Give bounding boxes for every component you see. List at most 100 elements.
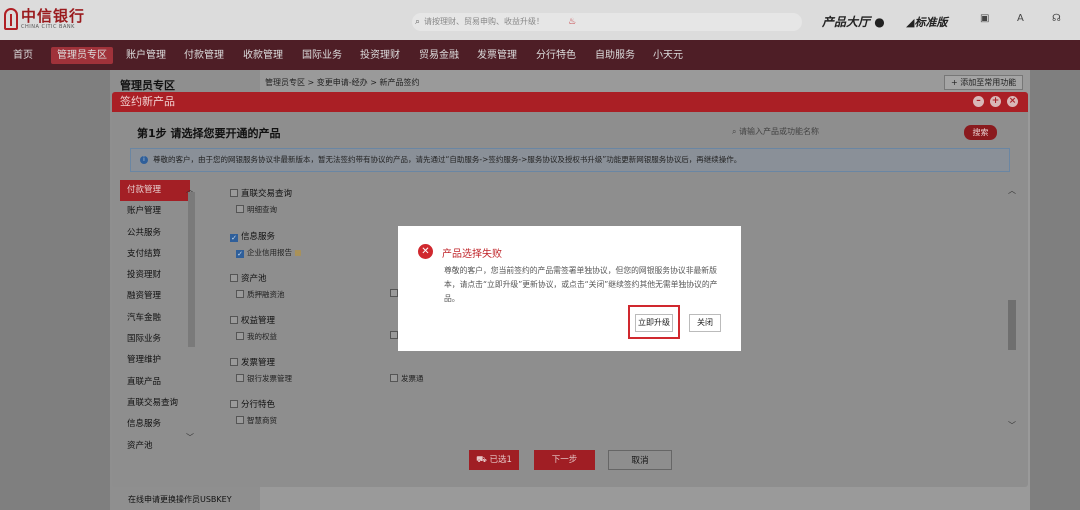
nav-admin-zone[interactable]: 管理员专区 xyxy=(51,47,113,64)
category-nav: 付款管理 账户管理 公共服务 支付结算 投资理财 融资管理 汽车金融 国际业务 … xyxy=(120,180,190,452)
nav-invoice[interactable]: 发票管理 xyxy=(477,47,517,64)
chevron-down-icon[interactable]: ﹀ xyxy=(1008,420,1016,431)
close-button[interactable]: 关闭 xyxy=(689,314,721,332)
selected-count-button[interactable]: ⛟ 已选1 xyxy=(469,450,519,470)
checkbox[interactable] xyxy=(230,400,238,408)
category-item[interactable]: 投资理财 xyxy=(120,265,190,286)
category-item[interactable]: 直联产品 xyxy=(120,372,190,393)
product-item[interactable]: 明细查询 xyxy=(236,204,277,215)
checkbox[interactable] xyxy=(230,189,238,197)
font-size-icon[interactable]: A xyxy=(1017,13,1024,24)
checkbox[interactable] xyxy=(236,290,244,298)
nav-trade-finance[interactable]: 贸易金融 xyxy=(419,47,459,64)
search-icon: ⌕ xyxy=(415,17,421,27)
nav-investment[interactable]: 投资理财 xyxy=(360,47,400,64)
nav-international[interactable]: 国际业务 xyxy=(302,47,342,64)
category-item[interactable]: 信息服务 xyxy=(120,414,190,435)
checkbox[interactable] xyxy=(236,205,244,213)
product-label: 发票通 xyxy=(401,374,424,383)
group-asset-pool[interactable]: 资产池 xyxy=(230,272,267,284)
chevron-down-icon[interactable]: ﹀ xyxy=(186,432,194,443)
category-item[interactable]: 融资管理 xyxy=(120,286,190,307)
product-label: 质押融资池 xyxy=(247,290,285,299)
group-invoice[interactable]: 发票管理 xyxy=(230,356,275,368)
product-search-button[interactable]: 搜索 xyxy=(964,125,997,140)
minimize-icon[interactable]: – xyxy=(973,96,984,107)
headset-icon[interactable]: ☊ xyxy=(1052,13,1061,24)
logo-name-cn: 中信银行 xyxy=(21,6,86,25)
checkbox[interactable] xyxy=(390,374,398,382)
checkbox[interactable]: ✓ xyxy=(230,234,238,242)
product-item[interactable]: 发票通 xyxy=(390,373,424,384)
product-item[interactable]: 我的权益 xyxy=(236,331,277,342)
nav-self-service[interactable]: 自助服务 xyxy=(595,47,635,64)
checkbox[interactable] xyxy=(236,416,244,424)
product-item[interactable]: 银行发票管理 xyxy=(236,373,292,384)
category-item[interactable]: 公共服务 xyxy=(120,223,190,244)
category-item[interactable]: 汽车金融 xyxy=(120,308,190,329)
message-icon[interactable]: ▣ xyxy=(980,13,989,24)
category-item[interactable]: 管理维护 xyxy=(120,350,190,371)
nav-collection[interactable]: 收款管理 xyxy=(243,47,283,64)
group-rights[interactable]: 权益管理 xyxy=(230,314,275,326)
error-icon: ✕ xyxy=(418,244,433,259)
category-item[interactable]: 支付结算 xyxy=(120,244,190,265)
cart-icon: ⛟ xyxy=(476,455,490,465)
product-item[interactable]: 质押融资池 xyxy=(236,289,285,300)
checkbox[interactable] xyxy=(390,289,398,297)
category-item[interactable]: 资产池 xyxy=(120,436,190,457)
product-item[interactable]: 智慧商贸 xyxy=(236,415,277,426)
close-icon[interactable]: × xyxy=(1007,96,1018,107)
checkbox[interactable] xyxy=(390,331,398,339)
checkbox[interactable]: ✓ xyxy=(236,250,244,258)
checkbox[interactable] xyxy=(230,274,238,282)
chevron-up-icon[interactable]: ︿ xyxy=(1008,185,1016,196)
bank-logo[interactable]: 中信银行 CHINA CITIC BANK xyxy=(4,8,85,30)
nav-xiaotianyuan[interactable]: 小天元 xyxy=(653,47,683,64)
product-label: 智慧商贸 xyxy=(247,416,277,425)
main-nav: 首页 管理员专区 账户管理 付款管理 收款管理 国际业务 投资理财 贸易金融 发… xyxy=(0,40,1080,70)
checkbox[interactable] xyxy=(230,358,238,366)
group-label: 资产池 xyxy=(241,274,267,284)
group-branch[interactable]: 分行特色 xyxy=(230,398,275,410)
checkbox[interactable] xyxy=(236,332,244,340)
category-item[interactable]: 付款管理 xyxy=(120,180,190,202)
product-search-input[interactable]: ⌕ 请输入产品或功能名称 xyxy=(732,125,932,139)
group-info-service[interactable]: ✓ 信息服务 xyxy=(230,230,275,242)
product-item[interactable]: ✓ 企业信用报告 ▦ xyxy=(236,247,301,258)
group-direct-query[interactable]: 直联交易查询 xyxy=(230,187,292,199)
checkbox[interactable] xyxy=(236,374,244,382)
group-label: 分行特色 xyxy=(241,400,276,410)
breadcrumb[interactable]: 管理员专区 > 变更申请-经办 > 新产品签约 xyxy=(265,77,419,88)
category-item[interactable]: 账户管理 xyxy=(120,201,190,222)
standard-version-link[interactable]: ◢标准版 xyxy=(906,14,947,30)
notice-text: 尊敬的客户，由于您的网银服务协议非最新版本，暂无法签约带有协议的产品，请先通过“… xyxy=(153,155,742,164)
info-icon: i xyxy=(140,156,148,164)
category-item[interactable]: 直联交易查询 xyxy=(120,393,190,414)
product-hall-link[interactable]: 产品大厅 ● xyxy=(822,13,885,30)
add-favorite-button[interactable]: + 添加至常用功能 xyxy=(944,75,1024,90)
page-title: 管理员专区 xyxy=(120,79,175,92)
sidebar-item-usbkey[interactable]: 在线申请更换操作员USBKEY xyxy=(128,494,232,505)
cancel-button[interactable]: 取消 xyxy=(608,450,672,470)
product-selection-failed-alert: ✕ 产品选择失败 尊敬的客户，您当前签约的产品需签署单独协议，但您的网银服务协议… xyxy=(398,226,741,351)
group-label: 权益管理 xyxy=(241,316,276,326)
nav-account[interactable]: 账户管理 xyxy=(126,47,166,64)
dialog-title: 签约新产品 xyxy=(120,95,175,108)
citic-logo-icon xyxy=(4,8,18,30)
next-step-button[interactable]: 下一步 xyxy=(534,450,595,470)
nav-home[interactable]: 首页 xyxy=(13,47,33,64)
step-title: 第1步 请选择您要开通的产品 xyxy=(137,127,281,140)
alert-title: 产品选择失败 xyxy=(442,249,502,260)
alert-message: 尊敬的客户，您当前签约的产品需签署单独协议，但您的网银服务协议非最新版本，请点击… xyxy=(444,266,718,303)
global-search-input[interactable]: ⌕ 请按理财、贸易申购、收益升级！ ♨ xyxy=(412,13,802,31)
maximize-icon[interactable]: + xyxy=(990,96,1001,107)
checkbox[interactable] xyxy=(230,316,238,324)
category-item[interactable]: 国际业务 xyxy=(120,329,190,350)
category-scroll-thumb[interactable] xyxy=(188,192,195,347)
nav-payment[interactable]: 付款管理 xyxy=(184,47,224,64)
top-header: 中信银行 CHINA CITIC BANK ⌕ 请按理财、贸易申购、收益升级！ … xyxy=(0,0,1080,40)
nav-branch[interactable]: 分行特色 xyxy=(536,47,576,64)
upgrade-now-button[interactable]: 立即升级 xyxy=(635,314,673,332)
product-scroll-thumb[interactable] xyxy=(1008,300,1016,350)
